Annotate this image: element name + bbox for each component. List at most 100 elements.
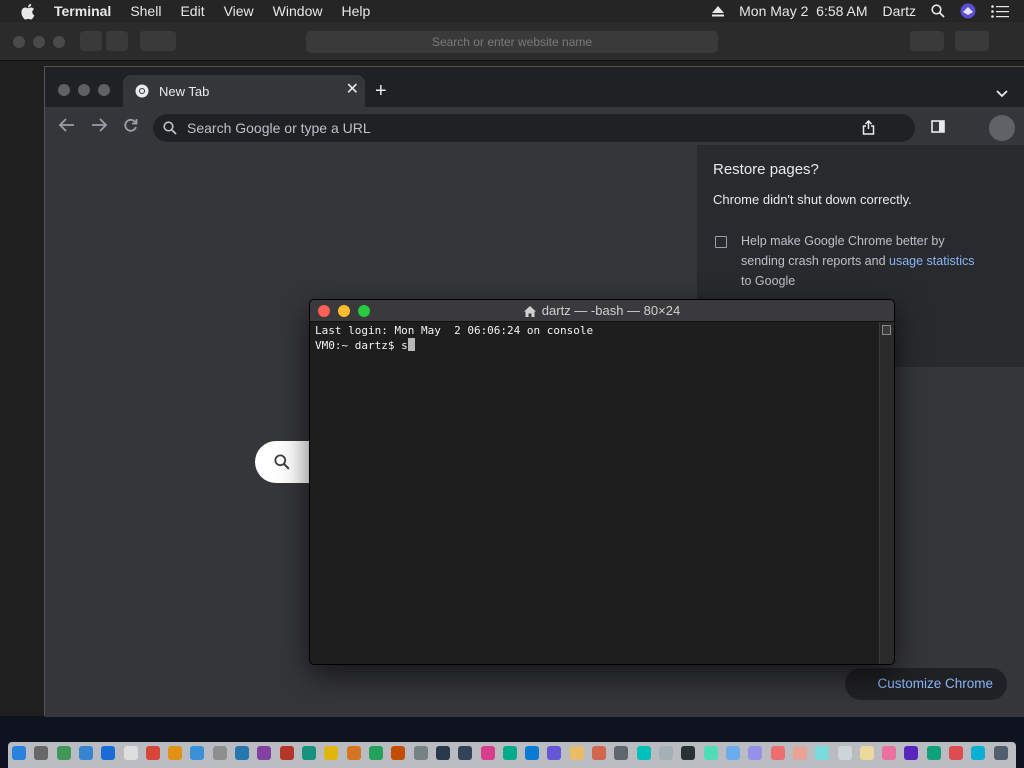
dock-app-icon[interactable] [859,746,874,760]
spotlight-icon[interactable] [931,4,945,18]
dock-app-icon[interactable] [458,746,473,760]
dock-app-icon[interactable] [815,746,830,760]
dock-app-icon[interactable] [101,746,116,760]
dock-app-icon[interactable] [56,746,71,760]
dock-app-icon[interactable] [212,746,227,760]
customize-chrome-button[interactable]: Customize Chrome [845,668,1007,700]
dock-app-icon[interactable] [659,746,674,760]
dock-app-icon[interactable] [547,746,562,760]
menu-extras: Mon May 2 6:58 AM Dartz [712,0,1024,22]
dock-app-icon[interactable] [435,746,450,760]
menu-window[interactable]: Window [273,0,323,22]
dock-app-icon[interactable] [971,746,986,760]
terminal-minimize-button[interactable] [338,305,350,317]
chrome-close-button[interactable] [58,84,70,96]
tab-title: New Tab [159,84,210,99]
dock-app-icon[interactable] [926,746,941,760]
dock-app-icon[interactable] [792,746,807,760]
usage-statistics-link[interactable]: usage statistics [889,254,974,268]
safari-minimize-button[interactable] [33,36,45,48]
chrome-minimize-button[interactable] [78,84,90,96]
checkbox-label: Help make Google Chrome better by sendin… [741,231,991,291]
safari-sidebar-button[interactable] [140,31,176,51]
dock-app-icon[interactable] [636,746,651,760]
dock-app-icon[interactable] [34,746,49,760]
dock-app-icon[interactable] [324,746,339,760]
safari-close-button[interactable] [13,36,25,48]
profile-avatar[interactable] [989,115,1015,141]
notification-center-icon[interactable] [991,4,1009,18]
terminal-titlebar[interactable]: dartz — -bash — 80×24 [310,300,894,322]
siri-icon[interactable] [960,3,976,19]
dock-app-icon[interactable] [302,746,317,760]
dock-app-icon[interactable] [123,746,138,760]
tab-close-icon[interactable]: ✕ [346,82,359,98]
dock-app-icon[interactable] [12,746,26,760]
dock-app-icon[interactable] [391,746,406,760]
dock-app-icon[interactable] [703,746,718,760]
dock-app-icon[interactable] [235,746,250,760]
dock-app-icon[interactable] [748,746,763,760]
dock-app-icon[interactable] [837,746,852,760]
dock [8,742,1016,768]
dock-app-icon[interactable] [525,746,540,760]
dock-app-icon[interactable] [145,746,160,760]
dock-app-icon[interactable] [368,746,383,760]
dock-app-icon[interactable] [681,746,696,760]
menu-app-name[interactable]: Terminal [54,0,111,22]
dock-app-icon[interactable] [614,746,629,760]
chrome-toolbar: Search Google or type a URL [45,107,1024,145]
usage-statistics-checkbox[interactable] [715,236,727,248]
dock-app-icon[interactable] [413,746,428,760]
safari-share-button[interactable] [910,31,944,51]
tab-search-chevron-icon[interactable] [996,85,1008,103]
dock-app-icon[interactable] [993,746,1008,760]
dock-app-icon[interactable] [257,746,272,760]
menu-user[interactable]: Dartz [883,3,916,19]
dock-app-icon[interactable] [78,746,93,760]
safari-forward-button[interactable] [106,31,128,51]
dock-app-icon[interactable] [882,746,897,760]
forward-arrow-icon[interactable] [91,118,108,135]
safari-toolbar: Search or enter website name [0,22,1024,61]
tab-new-tab[interactable]: New Tab ✕ [123,75,365,107]
side-panel-icon[interactable] [931,120,945,138]
dock-app-icon[interactable] [168,746,183,760]
scrollbar-knob[interactable] [882,325,891,335]
chrome-tab-strip: New Tab ✕ + [45,67,1024,107]
dock-app-icon[interactable] [502,746,517,760]
terminal-scrollbar[interactable] [879,322,894,664]
safari-address-bar[interactable]: Search or enter website name [306,31,718,53]
safari-back-button[interactable] [80,31,102,51]
safari-tabs-button[interactable] [955,31,989,51]
dock-app-icon[interactable] [190,746,205,760]
dock-app-icon[interactable] [949,746,964,760]
new-tab-plus-icon[interactable]: + [375,81,387,101]
terminal-output[interactable]: Last login: Mon May 2 06:06:24 on consol… [315,324,875,662]
terminal-zoom-button[interactable] [358,305,370,317]
menu-clock[interactable]: Mon May 2 6:58 AM [739,3,867,19]
menu-view[interactable]: View [224,0,254,22]
reload-icon[interactable] [123,118,138,136]
dock-app-icon[interactable] [592,746,607,760]
omnibox[interactable]: Search Google or type a URL [153,114,915,142]
dock-app-icon[interactable] [770,746,785,760]
share-icon[interactable] [862,119,875,138]
menu-edit[interactable]: Edit [180,0,204,22]
terminal-prompt: VM0:~ dartz$ s [315,339,408,352]
dock-app-icon[interactable] [346,746,361,760]
terminal-close-button[interactable] [318,305,330,317]
menu-shell[interactable]: Shell [130,0,161,22]
dock-app-icon[interactable] [480,746,495,760]
restore-subtitle: Chrome didn't shut down correctly. [713,192,912,207]
back-arrow-icon[interactable] [58,118,75,135]
dock-app-icon[interactable] [279,746,294,760]
dock-app-icon[interactable] [725,746,740,760]
dock-app-icon[interactable] [569,746,584,760]
apple-menu-icon[interactable] [20,3,36,20]
chrome-zoom-button[interactable] [98,84,110,96]
eject-icon[interactable] [712,5,725,17]
safari-zoom-button[interactable] [53,36,65,48]
dock-app-icon[interactable] [904,746,919,760]
menu-help[interactable]: Help [341,0,370,22]
